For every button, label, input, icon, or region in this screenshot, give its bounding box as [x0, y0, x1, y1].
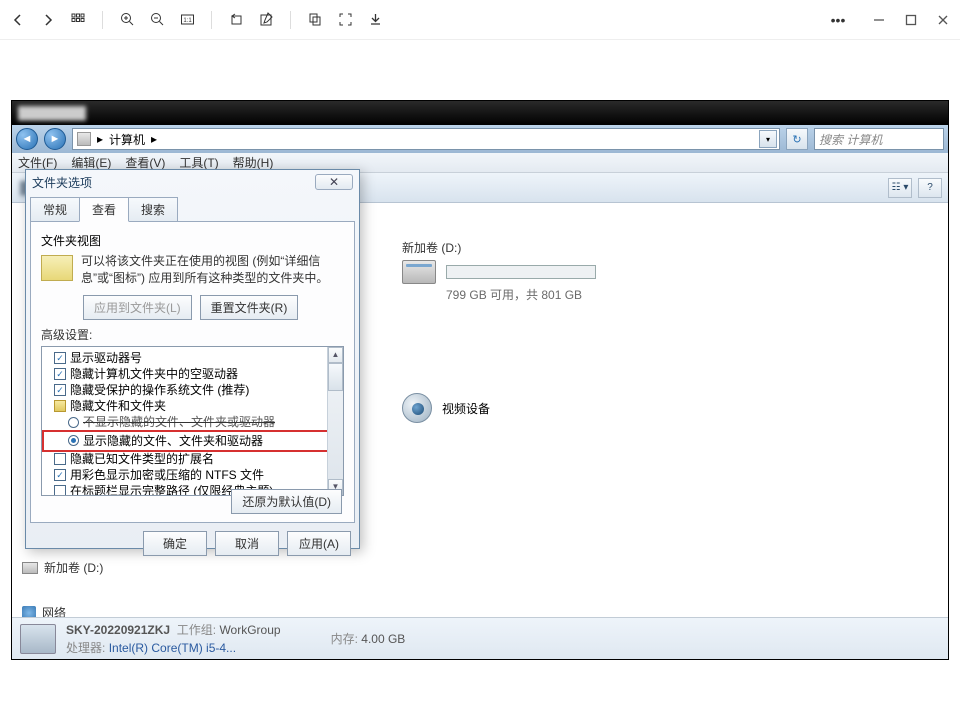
computer-icon [77, 132, 91, 146]
dialog-tabs: 常规 查看 搜索 [26, 196, 359, 221]
refresh-button[interactable]: ↻ [786, 128, 808, 150]
close-icon[interactable] [936, 13, 950, 27]
adv-item[interactable]: 隐藏计算机文件夹中的空驱动器 [44, 366, 341, 382]
restore-defaults-button[interactable]: 还原为默认值(D) [231, 489, 342, 514]
device-label: 视频设备 [442, 400, 490, 417]
tab-general[interactable]: 常规 [30, 197, 80, 222]
breadcrumb-sep: ▸ [97, 132, 103, 146]
zoom-out-icon[interactable] [149, 12, 165, 28]
advanced-settings-label: 高级设置: [41, 326, 344, 343]
computer-name: SKY-20220921ZKJ [66, 623, 170, 637]
forward-icon[interactable] [40, 12, 56, 28]
drive-capacity-text: 799 GB 可用，共 801 GB [446, 286, 622, 303]
address-bar[interactable]: ▸ 计算机 ▸ ▾ [72, 128, 780, 150]
adv-item[interactable]: 隐藏受保护的操作系统文件 (推荐) [44, 382, 341, 398]
scrollbar[interactable]: ▲ ▼ [327, 347, 343, 495]
minimize-icon[interactable] [872, 13, 886, 27]
tab-page-view: 文件夹视图 可以将该文件夹正在使用的视图 (例如“详细信息”或“图标”) 应用到… [30, 221, 355, 523]
scroll-thumb[interactable] [328, 363, 343, 391]
apply-button[interactable]: 应用(A) [287, 531, 351, 556]
back-icon[interactable] [10, 12, 26, 28]
address-dropdown-icon[interactable]: ▾ [759, 130, 777, 148]
nav-forward-button[interactable]: ► [44, 128, 66, 150]
folder-view-heading: 文件夹视图 [41, 232, 344, 249]
folder-view-icon [41, 255, 73, 281]
checkbox-icon[interactable] [54, 384, 66, 396]
maximize-icon[interactable] [904, 13, 918, 27]
drive-icon [22, 562, 38, 574]
window-titlebar: ████████ [12, 101, 948, 125]
ok-button[interactable]: 确定 [143, 531, 207, 556]
apply-to-folders-button[interactable]: 应用到文件夹(L) [83, 295, 192, 320]
search-input[interactable]: 搜索 计算机 [814, 128, 944, 150]
adv-radio-show-hidden[interactable]: 显示隐藏的文件、文件夹和驱动器 [42, 430, 343, 452]
folder-icon [54, 400, 66, 412]
breadcrumb-item[interactable]: 计算机 [109, 131, 145, 148]
grid-icon[interactable] [70, 12, 86, 28]
tab-search[interactable]: 搜索 [128, 197, 178, 222]
device-item[interactable]: 视频设备 [402, 393, 490, 423]
checkbox-icon[interactable] [54, 352, 66, 364]
drive-item[interactable]: 新加卷 (D:) 799 GB 可用，共 801 GB [402, 239, 622, 303]
capacity-bar [446, 265, 596, 279]
checkbox-icon[interactable] [54, 368, 66, 380]
adv-folder[interactable]: 隐藏文件和文件夹 [44, 398, 341, 414]
nav-row: ◄ ► ▸ 计算机 ▸ ▾ ↻ 搜索 计算机 [12, 125, 948, 153]
nav-back-button[interactable]: ◄ [16, 128, 38, 150]
edit-icon[interactable] [258, 12, 274, 28]
copy-icon[interactable] [307, 12, 323, 28]
cancel-button[interactable]: 取消 [215, 531, 279, 556]
folder-options-dialog: 文件夹选项 ✕ 常规 查看 搜索 文件夹视图 可以将该文件夹正在使用的视图 (例… [25, 169, 360, 549]
computer-large-icon [20, 624, 56, 654]
adv-item[interactable]: 显示驱动器号 [44, 350, 341, 366]
tab-view[interactable]: 查看 [79, 197, 129, 222]
adv-radio-dont-show[interactable]: 不显示隐藏的文件、文件夹或驱动器 [44, 414, 341, 430]
adv-item[interactable]: 用彩色显示加密或压缩的 NTFS 文件 [44, 467, 341, 483]
viewer-toolbar: 1:1 ••• [0, 0, 960, 40]
dialog-title: 文件夹选项 [32, 174, 92, 191]
zoom-in-icon[interactable] [119, 12, 135, 28]
more-icon[interactable]: ••• [830, 12, 846, 28]
camera-icon [402, 393, 432, 423]
advanced-settings-box: 显示驱动器号 隐藏计算机文件夹中的空驱动器 隐藏受保护的操作系统文件 (推荐) … [41, 346, 344, 496]
adv-item[interactable]: 隐藏已知文件类型的扩展名 [44, 451, 341, 467]
reset-folders-button[interactable]: 重置文件夹(R) [200, 295, 299, 320]
rotate-icon[interactable] [228, 12, 244, 28]
checkbox-icon[interactable] [54, 485, 66, 495]
checkbox-icon[interactable] [54, 453, 66, 465]
download-icon[interactable] [367, 12, 383, 28]
hdd-icon [402, 260, 436, 284]
details-pane: SKY-20220921ZKJ 工作组: WorkGroup 处理器: Inte… [12, 617, 948, 659]
help-button[interactable]: ? [918, 178, 942, 198]
folder-view-desc: 可以将该文件夹正在使用的视图 (例如“详细信息”或“图标”) 应用到所有这种类型… [81, 253, 344, 287]
sidebar: 新加卷 (D:) 网络 [22, 557, 132, 617]
sidebar-item-newvol[interactable]: 新加卷 (D:) [22, 557, 132, 578]
checkbox-icon[interactable] [54, 469, 66, 481]
dialog-close-button[interactable]: ✕ [315, 174, 353, 190]
breadcrumb-sep: ▸ [151, 132, 157, 146]
scroll-up-icon[interactable]: ▲ [328, 347, 343, 363]
svg-text:1:1: 1:1 [183, 18, 192, 24]
fullscreen-icon[interactable] [337, 12, 353, 28]
radio-icon[interactable] [68, 417, 79, 428]
drive-label: 新加卷 (D:) [402, 239, 622, 256]
view-mode-button[interactable]: ☷ ▾ [888, 178, 912, 198]
fit-icon[interactable]: 1:1 [179, 12, 195, 28]
radio-icon[interactable] [68, 435, 79, 446]
